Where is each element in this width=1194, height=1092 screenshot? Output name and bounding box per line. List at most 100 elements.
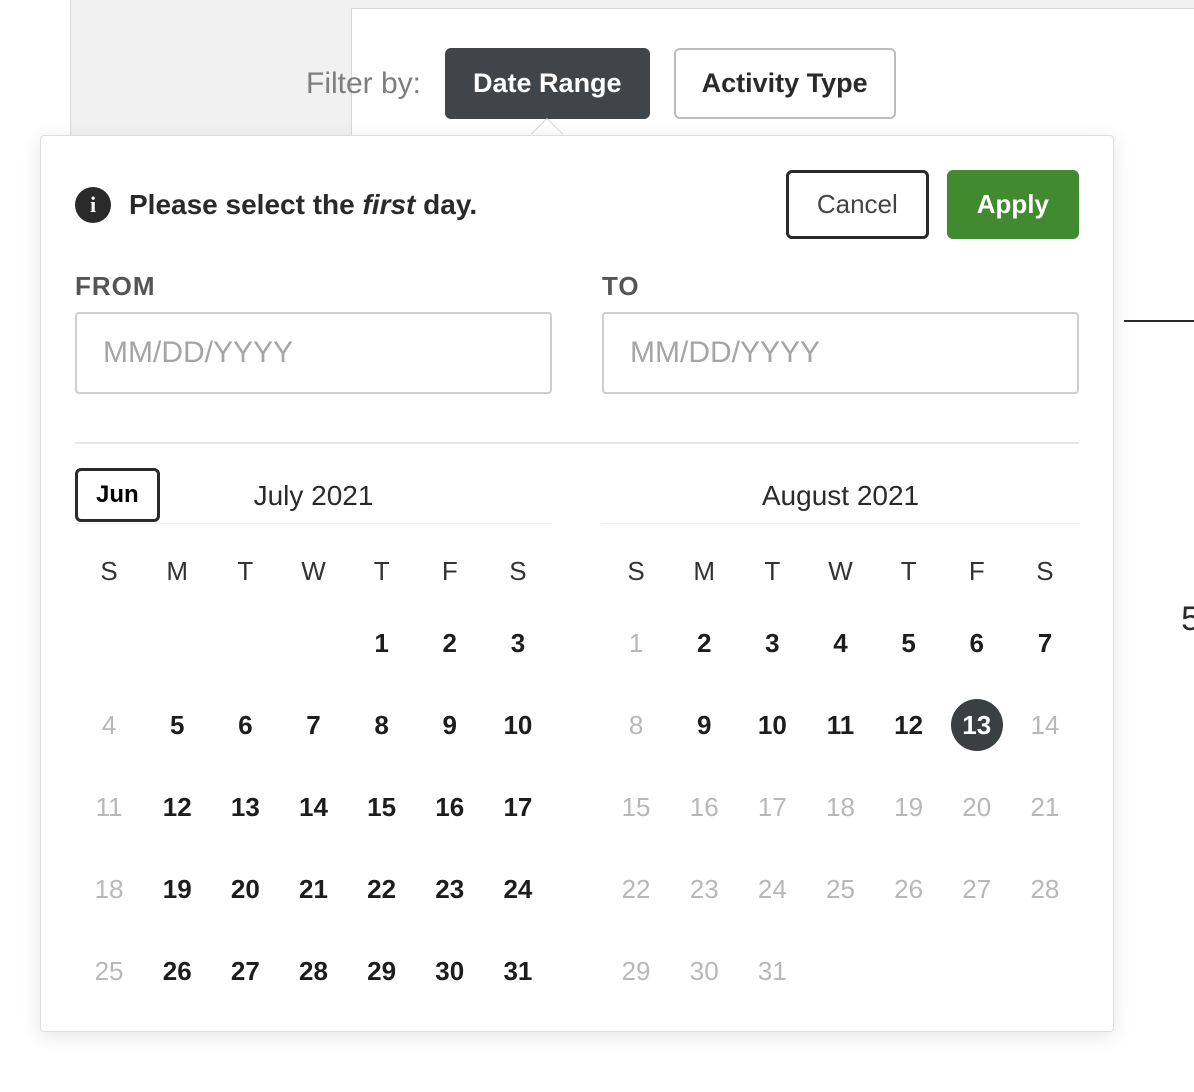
calendar-day[interactable]: 13	[219, 781, 271, 833]
calendar-day[interactable]: 30	[424, 945, 476, 997]
calendar-day[interactable]: 8	[356, 699, 408, 751]
calendar-day[interactable]: 12	[151, 781, 203, 833]
to-input[interactable]	[602, 312, 1079, 394]
calendar-day[interactable]: 14	[287, 781, 339, 833]
calendar-day[interactable]: 9	[424, 699, 476, 751]
calendar-day[interactable]: 29	[610, 945, 662, 997]
weekday-header: F	[416, 556, 484, 587]
calendar-day[interactable]: 27	[951, 863, 1003, 915]
calendar-day[interactable]: 26	[883, 863, 935, 915]
calendar-day[interactable]: 16	[424, 781, 476, 833]
calendar-day[interactable]: 25	[814, 863, 866, 915]
calendar-day[interactable]: 14	[1019, 699, 1071, 751]
calendar-day[interactable]: 5	[151, 699, 203, 751]
weekday-header: T	[348, 556, 416, 587]
calendar-day[interactable]: 11	[814, 699, 866, 751]
instruction-em: first	[362, 189, 415, 220]
calendar-day[interactable]: 31	[746, 945, 798, 997]
weekday-header: S	[1011, 556, 1079, 587]
offscreen-number: 5	[1181, 600, 1194, 639]
calendar-day[interactable]: 24	[492, 863, 544, 915]
calendar-day[interactable]: 9	[678, 699, 730, 751]
calendar-left: Jun July 2021 SMTWTFS1234567891011121314…	[75, 468, 552, 997]
cancel-button[interactable]: Cancel	[786, 170, 929, 239]
weekday-header: S	[75, 556, 143, 587]
calendar-day[interactable]: 21	[1019, 781, 1071, 833]
from-input[interactable]	[75, 312, 552, 394]
calendar-day[interactable]: 20	[951, 781, 1003, 833]
calendar-day[interactable]: 18	[814, 781, 866, 833]
calendar-day[interactable]: 28	[287, 945, 339, 997]
divider	[75, 442, 1079, 444]
calendar-day[interactable]: 17	[492, 781, 544, 833]
calendar-day[interactable]: 2	[678, 617, 730, 669]
weekday-header: T	[738, 556, 806, 587]
calendar-day[interactable]: 15	[356, 781, 408, 833]
calendar-day[interactable]: 1	[356, 617, 408, 669]
calendar-right-head: August 2021	[602, 468, 1079, 524]
calendar-blank	[151, 617, 203, 669]
calendar-day[interactable]: 16	[678, 781, 730, 833]
filter-bar: Filter by: Date Range Activity Type	[306, 48, 896, 119]
calendar-left-head: Jun July 2021	[75, 468, 552, 524]
calendar-day[interactable]: 25	[83, 945, 135, 997]
weekday-header: T	[875, 556, 943, 587]
popover-header: i Please select the first day. Cancel Ap…	[75, 170, 1079, 239]
calendar-day[interactable]: 10	[746, 699, 798, 751]
calendar-day[interactable]: 15	[610, 781, 662, 833]
info-icon: i	[75, 187, 111, 223]
weekday-header: S	[602, 556, 670, 587]
calendar-day[interactable]: 6	[951, 617, 1003, 669]
calendar-day[interactable]: 4	[814, 617, 866, 669]
calendar-left-title: July 2021	[254, 480, 374, 512]
calendar-blank	[287, 617, 339, 669]
calendar-day[interactable]: 31	[492, 945, 544, 997]
calendar-day[interactable]: 10	[492, 699, 544, 751]
calendar-day[interactable]: 30	[678, 945, 730, 997]
calendar-day[interactable]: 27	[219, 945, 271, 997]
date-range-popover: i Please select the first day. Cancel Ap…	[40, 135, 1114, 1032]
instruction-text: Please select the first day.	[129, 189, 477, 221]
calendar-day[interactable]: 23	[678, 863, 730, 915]
instruction: i Please select the first day.	[75, 187, 477, 223]
filter-date-range-button[interactable]: Date Range	[445, 48, 650, 119]
instruction-pre: Please select the	[129, 189, 362, 220]
calendar-day[interactable]: 7	[287, 699, 339, 751]
calendar-day[interactable]: 6	[219, 699, 271, 751]
weekday-header: W	[806, 556, 874, 587]
calendar-day[interactable]: 17	[746, 781, 798, 833]
calendar-day[interactable]: 21	[287, 863, 339, 915]
weekday-header: T	[211, 556, 279, 587]
calendar-day[interactable]: 3	[746, 617, 798, 669]
apply-button[interactable]: Apply	[947, 170, 1079, 239]
weekday-header: W	[279, 556, 347, 587]
calendar-day[interactable]: 11	[83, 781, 135, 833]
calendar-day[interactable]: 19	[151, 863, 203, 915]
calendar-day[interactable]: 8	[610, 699, 662, 751]
calendar-day[interactable]: 22	[356, 863, 408, 915]
calendar-day[interactable]: 23	[424, 863, 476, 915]
calendar-day[interactable]: 7	[1019, 617, 1071, 669]
calendar-day[interactable]: 12	[883, 699, 935, 751]
calendar-day[interactable]: 13	[951, 699, 1003, 751]
calendar-day[interactable]: 19	[883, 781, 935, 833]
filter-activity-type-button[interactable]: Activity Type	[674, 48, 896, 119]
right-divider-fragment	[1124, 320, 1194, 322]
prev-month-button[interactable]: Jun	[75, 468, 160, 522]
calendar-day[interactable]: 28	[1019, 863, 1071, 915]
range-inputs: FROM TO	[75, 271, 1079, 394]
calendar-day[interactable]: 5	[883, 617, 935, 669]
calendar-day[interactable]: 2	[424, 617, 476, 669]
calendar-day[interactable]: 29	[356, 945, 408, 997]
popover-actions: Cancel Apply	[786, 170, 1079, 239]
calendar-day[interactable]: 18	[83, 863, 135, 915]
calendar-day[interactable]: 22	[610, 863, 662, 915]
calendar-day[interactable]: 24	[746, 863, 798, 915]
calendar-day[interactable]: 20	[219, 863, 271, 915]
calendars-row: Jun July 2021 SMTWTFS1234567891011121314…	[75, 468, 1079, 997]
calendar-day[interactable]: 1	[610, 617, 662, 669]
calendar-day[interactable]: 3	[492, 617, 544, 669]
calendar-day[interactable]: 4	[83, 699, 135, 751]
calendar-day[interactable]: 26	[151, 945, 203, 997]
calendar-right-title: August 2021	[762, 480, 919, 512]
